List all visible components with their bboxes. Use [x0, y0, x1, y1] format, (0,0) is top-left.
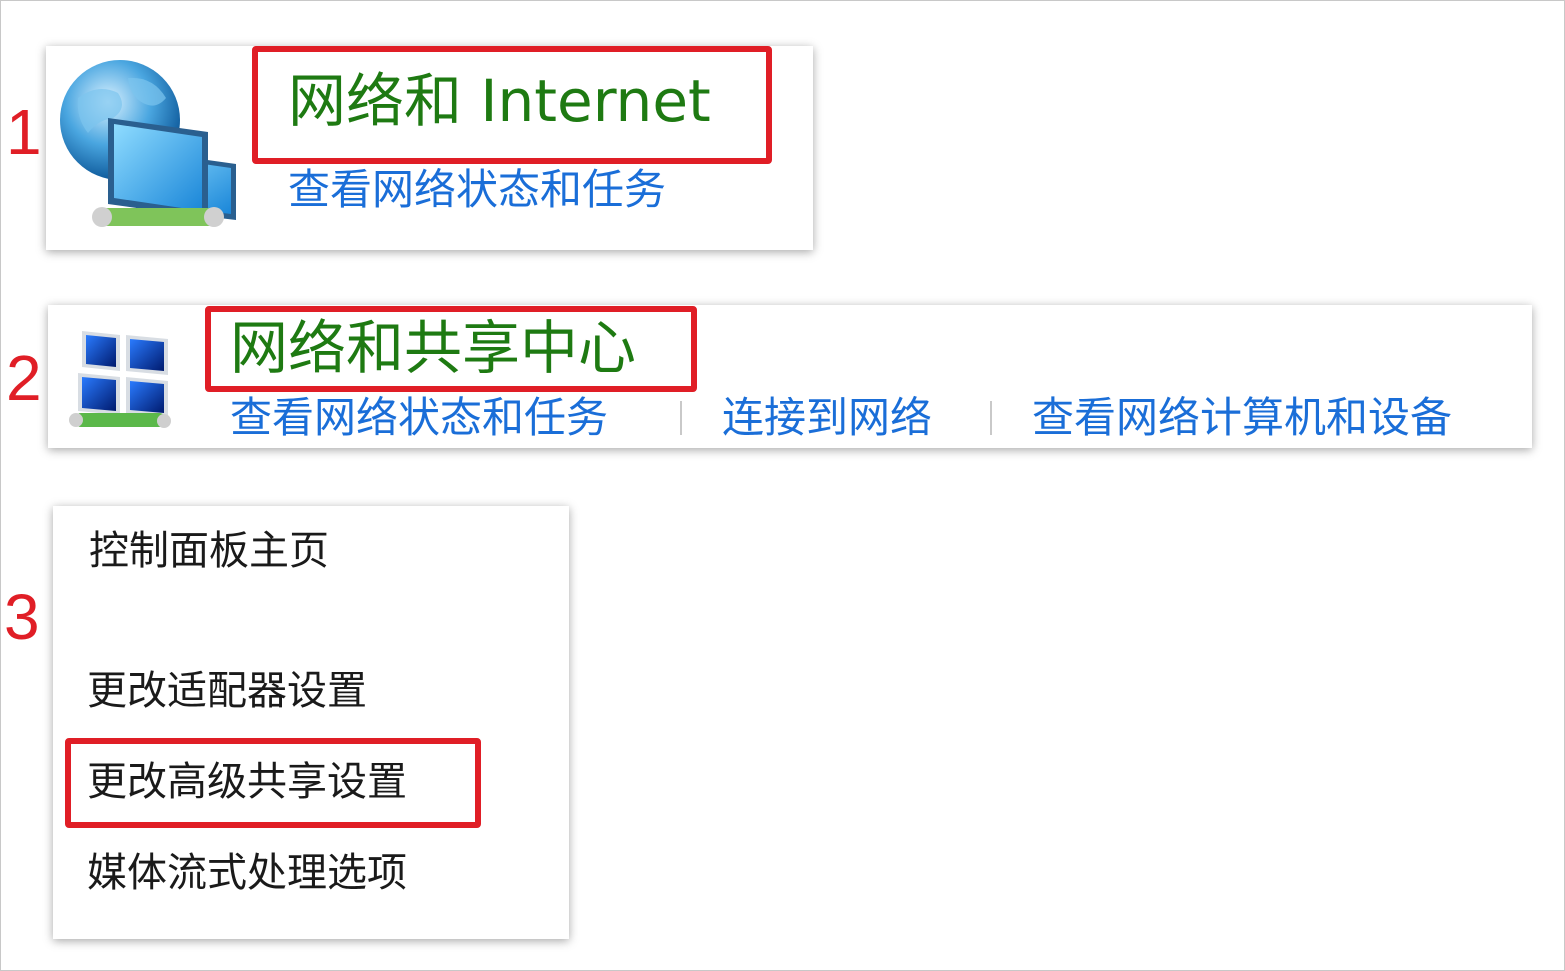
sharing-center-card: 网络和共享中心 查看网络状态和任务 连接到网络 查看网络计算机和设备	[48, 305, 1532, 448]
step-number-3: 3	[4, 581, 40, 653]
link-separator	[990, 401, 992, 435]
sidebar-item-control-panel-home[interactable]: 控制面板主页	[89, 524, 329, 578]
sharing-center-title[interactable]: 网络和共享中心	[230, 315, 636, 381]
connect-to-network-link[interactable]: 连接到网络	[722, 392, 932, 444]
network-internet-title[interactable]: 网络和 Internet	[288, 68, 711, 134]
network-internet-card: 网络和 Internet 查看网络状态和任务	[46, 46, 813, 250]
sidebar-item-media-streaming[interactable]: 媒体流式处理选项	[87, 846, 407, 900]
step-number-2: 2	[6, 342, 42, 414]
sidebar-item-change-adapter-settings[interactable]: 更改适配器设置	[87, 664, 367, 718]
link-separator	[680, 401, 682, 435]
control-panel-sidebar: 控制面板主页 更改适配器设置 更改高级共享设置 媒体流式处理选项	[53, 506, 569, 939]
network-globe-icon	[60, 60, 236, 227]
view-network-status-link-2[interactable]: 查看网络状态和任务	[230, 392, 608, 444]
sidebar-item-change-advanced-sharing[interactable]: 更改高级共享设置	[87, 755, 407, 809]
network-sharing-icon	[69, 331, 171, 428]
view-network-status-link[interactable]: 查看网络状态和任务	[288, 164, 666, 216]
view-network-computers-link[interactable]: 查看网络计算机和设备	[1032, 392, 1452, 444]
step-number-1: 1	[6, 96, 42, 168]
